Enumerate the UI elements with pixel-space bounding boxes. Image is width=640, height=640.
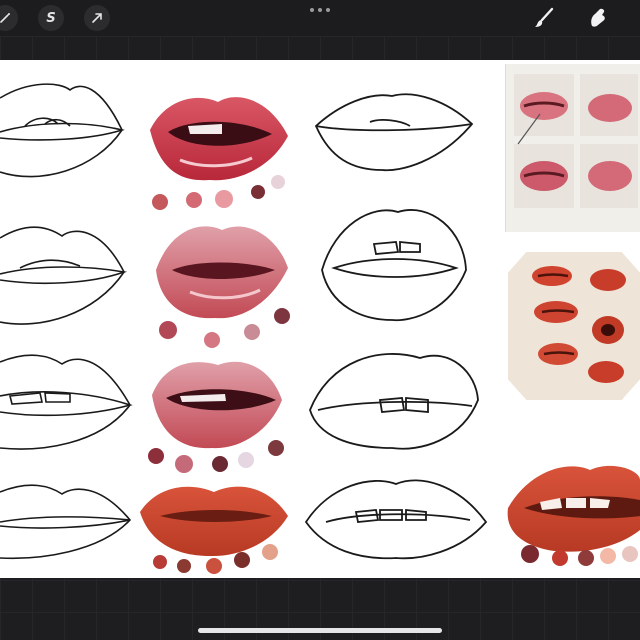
sketch-lips-2 <box>0 226 128 325</box>
reference-photo-1-image <box>506 64 640 232</box>
top-toolbar: S <box>0 0 640 36</box>
selection-glyph: S <box>46 10 56 26</box>
adjustments-wand-icon[interactable] <box>0 5 18 31</box>
swatch-row-1 <box>152 175 285 210</box>
brush-icon[interactable] <box>532 6 556 30</box>
reference-photo-2[interactable] <box>508 252 640 400</box>
more-options-icon[interactable] <box>308 6 332 14</box>
painted-lips-2 <box>156 226 288 319</box>
selection-s-icon[interactable]: S <box>38 5 64 31</box>
home-indicator[interactable] <box>198 628 442 633</box>
outline-lips-1 <box>314 93 474 172</box>
outline-lips-3 <box>309 353 479 450</box>
painted-lips-3 <box>152 361 282 449</box>
sketch-lips-1 <box>0 83 125 178</box>
reference-photo-1[interactable] <box>505 64 640 232</box>
transform-arrow-icon[interactable] <box>84 5 110 31</box>
smudge-icon[interactable] <box>586 6 610 30</box>
outline-lips-4 <box>304 479 488 560</box>
reference-photo-2-image <box>508 252 640 400</box>
sketch-lips-4 <box>0 484 132 560</box>
painted-lips-5 <box>507 465 640 552</box>
painted-lips-1 <box>150 97 288 181</box>
sketch-lips-3 <box>0 354 133 450</box>
outline-lips-2 <box>321 209 467 322</box>
